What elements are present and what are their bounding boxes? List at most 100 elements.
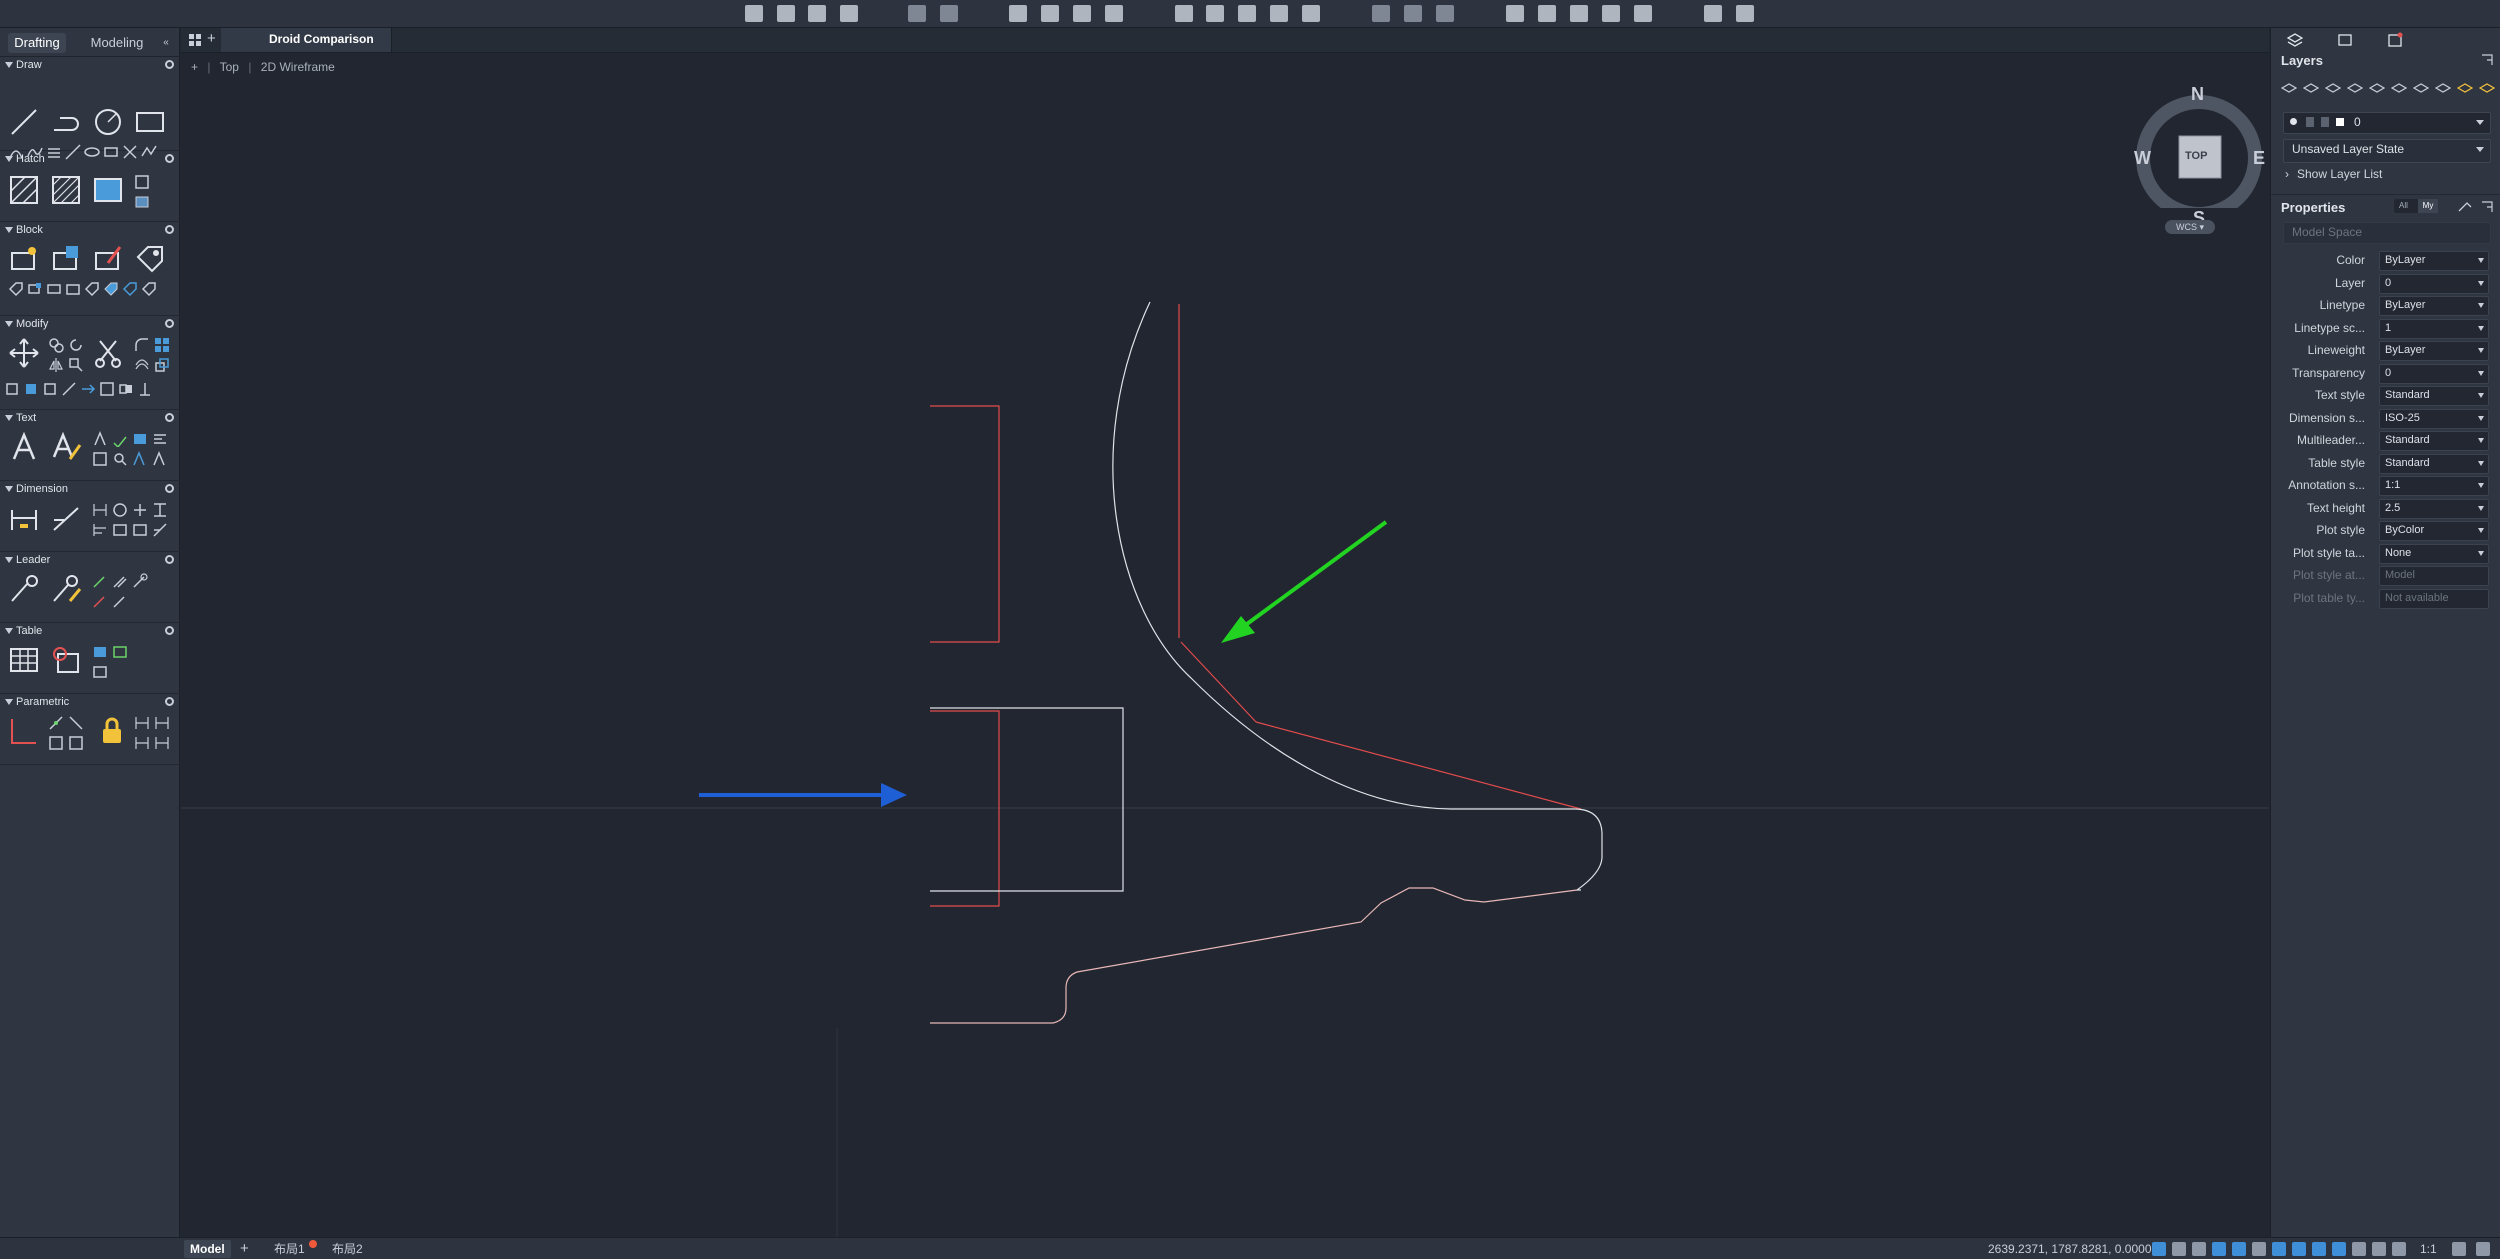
collapse-panel-icon[interactable]: « xyxy=(158,33,174,53)
spell-check-icon[interactable] xyxy=(112,431,128,447)
linear-constraint-icon[interactable] xyxy=(134,715,150,731)
lengthen-tool-icon[interactable] xyxy=(137,381,153,397)
design-center-icon[interactable] xyxy=(1270,5,1288,22)
single-line-text-icon[interactable] xyxy=(50,431,82,463)
align-tool-icon[interactable] xyxy=(118,381,134,397)
tag-edit-icon[interactable] xyxy=(84,281,100,297)
array-tool-icon[interactable] xyxy=(154,337,170,353)
polyline-tool-icon[interactable] xyxy=(50,106,82,138)
tag-extract-icon[interactable] xyxy=(141,281,157,297)
chevron-down-icon[interactable] xyxy=(2478,258,2484,263)
dimension-break-icon[interactable] xyxy=(132,502,148,518)
annotation-scale[interactable]: 1:1 xyxy=(2420,1242,2437,1256)
property-value-field[interactable]: ByLayer xyxy=(2379,341,2489,361)
hatch-tool-icon[interactable] xyxy=(8,174,40,206)
gear-icon[interactable] xyxy=(165,484,174,493)
snap-icon[interactable] xyxy=(2172,1242,2186,1256)
layer-properties-icon[interactable] xyxy=(2281,82,2297,98)
osnap-icon[interactable] xyxy=(2232,1242,2246,1256)
sheet-set-icon[interactable] xyxy=(1175,5,1193,22)
gear-icon[interactable] xyxy=(165,225,174,234)
auto-scale-icon[interactable] xyxy=(2392,1242,2406,1256)
table-tool-icon[interactable] xyxy=(8,644,40,676)
pan-icon[interactable] xyxy=(1404,5,1422,22)
gear-icon[interactable] xyxy=(165,555,174,564)
properties-undock-icon[interactable] xyxy=(2479,199,2495,215)
radius-dimension-icon[interactable] xyxy=(112,502,128,518)
fix-icon[interactable] xyxy=(68,735,84,751)
delete-constraints-icon[interactable] xyxy=(134,735,150,751)
lineweight-icon[interactable] xyxy=(2292,1242,2306,1256)
data-extraction-icon[interactable] xyxy=(50,644,82,676)
zoom-window-icon[interactable] xyxy=(1372,5,1390,22)
annotation-visibility-icon[interactable] xyxy=(2372,1242,2386,1256)
line-tool-icon[interactable] xyxy=(8,106,40,138)
break-tool-icon[interactable] xyxy=(61,381,77,397)
constraint-lock-icon[interactable] xyxy=(96,715,128,747)
chevron-down-icon[interactable] xyxy=(2478,325,2484,331)
layout-tab-2[interactable]: 布局2 xyxy=(326,1240,369,1258)
region-tool-icon[interactable] xyxy=(134,174,150,190)
tag-tool-icon[interactable] xyxy=(8,281,24,297)
table-export-icon[interactable] xyxy=(92,664,108,680)
layer-match-icon[interactable] xyxy=(2325,82,2341,98)
plot-icon[interactable] xyxy=(1009,5,1027,22)
multileader-icon[interactable] xyxy=(8,573,40,605)
table-style-icon[interactable] xyxy=(92,644,108,660)
current-layer-dropdown[interactable]: 0 xyxy=(2283,112,2491,134)
properties-panel-icon[interactable] xyxy=(2337,32,2353,48)
library-panel-icon[interactable] xyxy=(2387,32,2403,48)
dimension-space-icon[interactable] xyxy=(152,522,168,538)
property-value-field[interactable]: 0 xyxy=(2379,363,2489,384)
transparency-icon[interactable] xyxy=(2312,1242,2326,1256)
gear-icon[interactable] xyxy=(165,697,174,706)
insert-block-icon[interactable] xyxy=(8,243,40,275)
grid-icon[interactable] xyxy=(2152,1242,2166,1256)
mtext-tool-icon[interactable] xyxy=(8,431,40,463)
aligned-constraint-icon[interactable] xyxy=(154,715,170,731)
dynamic-input-icon[interactable] xyxy=(2272,1242,2286,1256)
copy-tool-icon[interactable] xyxy=(48,337,64,353)
layer-freeze-icon[interactable] xyxy=(2413,82,2429,98)
publish-icon[interactable] xyxy=(1073,5,1091,22)
boundary-tool-icon[interactable] xyxy=(92,174,124,206)
dimension-table-icon[interactable] xyxy=(112,522,128,538)
compare-icon[interactable] xyxy=(1736,5,1754,22)
create-block-icon[interactable] xyxy=(50,243,82,275)
baseline-dimension-icon[interactable] xyxy=(92,522,108,538)
field-tool-icon[interactable] xyxy=(132,431,148,447)
chevron-down-icon[interactable] xyxy=(2478,460,2484,466)
zoom-icon[interactable] xyxy=(2452,1242,2466,1256)
tag-sync-icon[interactable] xyxy=(103,281,119,297)
batch-plot-icon[interactable] xyxy=(1105,5,1123,22)
section-draw-header[interactable]: Draw xyxy=(0,56,180,74)
layout-tab-model[interactable]: Model xyxy=(184,1240,231,1258)
chevron-down-icon[interactable] xyxy=(2478,280,2484,286)
tag-attribute-icon[interactable] xyxy=(122,281,138,297)
coincident-icon[interactable] xyxy=(48,715,64,731)
text-justify-icon[interactable] xyxy=(152,451,168,467)
layer-lock-icon[interactable] xyxy=(2457,82,2473,98)
table-link-icon[interactable] xyxy=(112,644,128,660)
text-style-icon[interactable] xyxy=(92,431,108,447)
explode-tool-icon[interactable] xyxy=(23,381,39,397)
property-value-field[interactable]: Standard xyxy=(2379,386,2489,406)
section-dimension-header[interactable]: Dimension xyxy=(0,480,180,498)
save-icon[interactable] xyxy=(808,5,826,22)
block-palette-icon[interactable] xyxy=(27,281,43,297)
property-value-field[interactable]: ByColor xyxy=(2379,521,2489,541)
redo-icon[interactable] xyxy=(940,5,958,22)
settings-gear-icon[interactable] xyxy=(2476,1242,2490,1256)
block-attribute-icon[interactable] xyxy=(134,243,166,275)
layout-tab-1[interactable]: 布局1 xyxy=(268,1240,311,1258)
layer-unlock-icon[interactable] xyxy=(2479,82,2495,98)
property-value-field[interactable]: Standard xyxy=(2379,453,2489,474)
section-table-header[interactable]: Table xyxy=(0,622,180,640)
property-value-field[interactable]: 1:1 xyxy=(2379,476,2489,496)
xref-icon[interactable] xyxy=(1238,5,1256,22)
wipeout-tool-icon[interactable] xyxy=(134,194,150,210)
otrack-icon[interactable] xyxy=(2252,1242,2266,1256)
tab-modeling[interactable]: Modeling xyxy=(84,33,150,53)
chevron-down-icon[interactable] xyxy=(2478,370,2484,376)
gradient-tool-icon[interactable] xyxy=(50,174,82,206)
